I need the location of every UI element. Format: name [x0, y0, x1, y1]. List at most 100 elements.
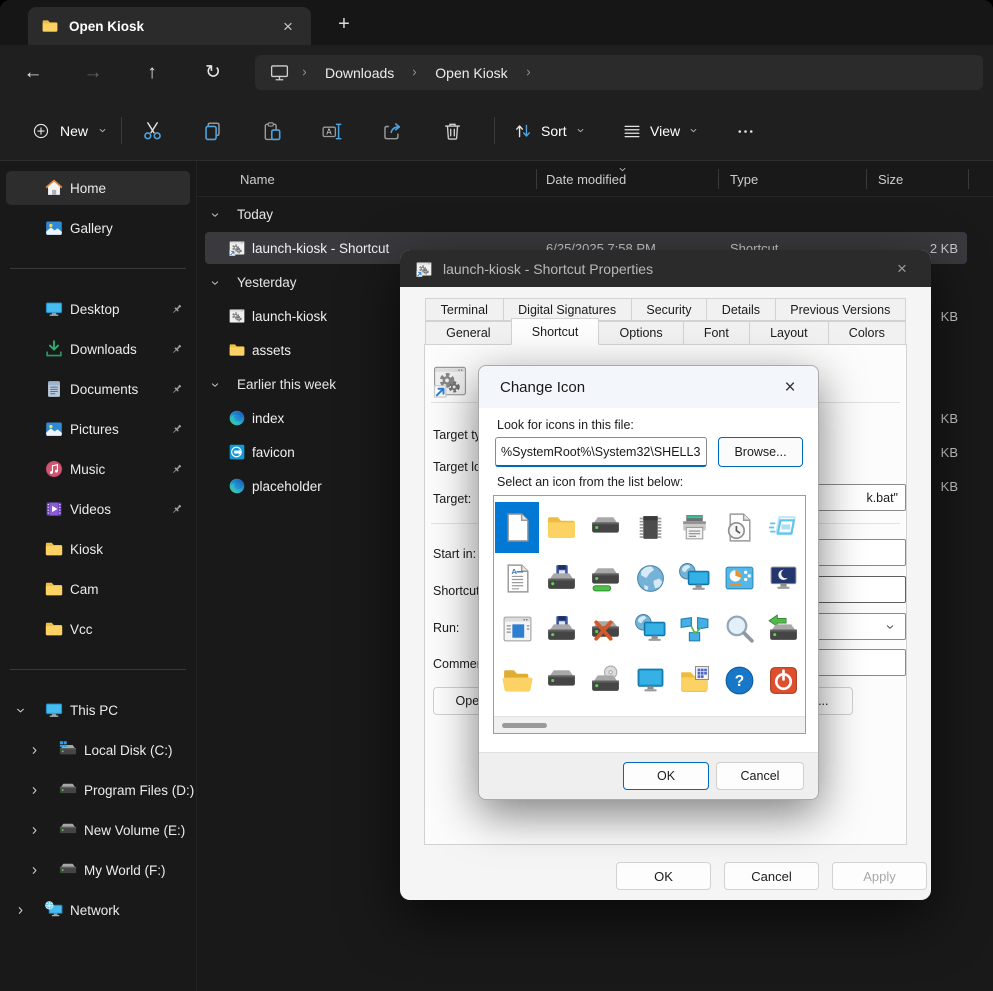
sidebar-item-music[interactable]: Music	[0, 449, 196, 489]
this-pc-icon[interactable]	[269, 62, 290, 83]
chevron-right-icon[interactable]	[523, 67, 534, 78]
change-icon-ok-button[interactable]: OK	[623, 762, 709, 790]
breadcrumb-open-kiosk[interactable]: Open Kiosk	[429, 63, 513, 83]
icon-cell-app-window[interactable]	[495, 604, 539, 655]
browse-button[interactable]: Browse...	[718, 437, 803, 467]
expander-chevron-down-icon[interactable]	[14, 704, 27, 717]
icon-cell-control-panel[interactable]	[717, 553, 761, 604]
scrollbar-thumb[interactable]	[502, 723, 547, 728]
icon-cell-monitor-globe[interactable]	[628, 604, 672, 655]
properties-cancel-button[interactable]: Cancel	[724, 862, 819, 890]
tab-security[interactable]: Security	[631, 298, 707, 321]
horizontal-scrollbar[interactable]	[494, 716, 805, 733]
icon-cell-monitor-moon[interactable]	[761, 553, 805, 604]
breadcrumb[interactable]: Downloads Open Kiosk	[255, 55, 983, 90]
icon-cell-text-document[interactable]: A	[495, 553, 539, 604]
icon-cell-drive-save[interactable]	[539, 604, 583, 655]
cut-button[interactable]	[134, 113, 170, 149]
column-divider[interactable]	[866, 169, 867, 189]
icon-cell-printer[interactable]	[673, 502, 717, 553]
icon-cell-network-diagram[interactable]	[673, 604, 717, 655]
icon-cell-magnifier[interactable]	[717, 604, 761, 655]
expander-chevron-right-icon[interactable]	[28, 864, 41, 877]
sidebar-item-desktop[interactable]: Desktop	[0, 289, 196, 329]
tab-options[interactable]: Options	[598, 321, 683, 345]
icon-cell-drive-import[interactable]	[761, 604, 805, 655]
icon-cell-networked-monitor[interactable]	[673, 553, 717, 604]
new-button[interactable]: New	[20, 114, 119, 147]
properties-title-bar[interactable]: launch-kiosk - Shortcut Properties ×	[400, 250, 931, 287]
properties-close-icon[interactable]: ×	[888, 255, 916, 283]
icon-cell-hard-drive-2[interactable]	[539, 655, 583, 706]
icon-cell-folder-programs[interactable]	[673, 655, 717, 706]
expander-chevron-right-icon[interactable]	[28, 824, 41, 837]
icon-cell-drive-error[interactable]	[584, 604, 628, 655]
explorer-tab[interactable]: Open Kiosk ×	[28, 7, 311, 45]
tab-close-icon[interactable]: ×	[275, 13, 301, 39]
paste-button[interactable]	[254, 113, 290, 149]
icon-cell-monitor[interactable]	[628, 655, 672, 706]
tab-previous-versions[interactable]: Previous Versions	[775, 298, 906, 321]
group-chevron-down-icon[interactable]	[209, 378, 221, 390]
view-button[interactable]: View	[612, 114, 709, 147]
icon-cell-hard-drive[interactable]	[584, 502, 628, 553]
tab-general[interactable]: General	[425, 321, 512, 345]
tab-colors[interactable]: Colors	[828, 321, 906, 345]
expander-chevron-right-icon[interactable]	[28, 744, 41, 757]
rename-button[interactable]: A	[314, 113, 350, 149]
breadcrumb-downloads[interactable]: Downloads	[319, 63, 400, 83]
column-divider[interactable]	[718, 169, 719, 189]
sidebar-item-home[interactable]: Home	[0, 168, 196, 208]
icon-cell-fast-window[interactable]	[761, 502, 805, 553]
tab-font[interactable]: Font	[683, 321, 750, 345]
icon-cell-drive-cd[interactable]	[584, 655, 628, 706]
chevron-right-icon[interactable]	[409, 67, 420, 78]
more-options-button[interactable]	[727, 113, 763, 149]
sidebar-item-gallery[interactable]: Gallery	[0, 208, 196, 248]
properties-apply-button[interactable]: Apply	[832, 862, 927, 890]
column-divider[interactable]	[968, 169, 969, 189]
sidebar-item-local-disk-c-[interactable]: Local Disk (C:)	[0, 730, 196, 770]
sidebar-item-documents[interactable]: Documents	[0, 369, 196, 409]
sidebar-item-cam[interactable]: Cam	[0, 569, 196, 609]
column-divider[interactable]	[536, 169, 537, 189]
tab-details[interactable]: Details	[706, 298, 775, 321]
sidebar-item-new-volume-e-[interactable]: New Volume (E:)	[0, 810, 196, 850]
icon-cell-document-clock[interactable]	[717, 502, 761, 553]
icon-file-path-input[interactable]	[495, 437, 707, 467]
change-icon-title-bar[interactable]: Change Icon ×	[479, 366, 818, 408]
sidebar-item-my-world-f-[interactable]: My World (F:)	[0, 850, 196, 890]
icon-cell-folder-closed[interactable]	[539, 502, 583, 553]
sidebar-item-this-pc[interactable]: This PC	[0, 690, 196, 730]
new-tab-button[interactable]: +	[330, 10, 358, 38]
icon-cell-help-circle[interactable]: ?	[717, 655, 761, 706]
forward-button[interactable]: →	[74, 55, 112, 90]
icon-cell-drive-floppy[interactable]	[539, 553, 583, 604]
properties-ok-button[interactable]: OK	[616, 862, 711, 890]
copy-button[interactable]	[194, 113, 230, 149]
icon-cell-drive-active[interactable]	[584, 553, 628, 604]
icon-cell-memory-chip[interactable]	[628, 502, 672, 553]
sidebar-item-videos[interactable]: Videos	[0, 489, 196, 529]
expander-chevron-right-icon[interactable]	[28, 784, 41, 797]
sidebar-item-vcc[interactable]: Vcc	[0, 609, 196, 649]
expander-chevron-right-icon[interactable]	[14, 904, 27, 917]
icon-cell-power-button[interactable]	[761, 655, 805, 706]
sort-button[interactable]: Sort	[503, 114, 596, 147]
column-header-name[interactable]: Name	[240, 161, 275, 197]
column-header-type[interactable]: Type	[730, 161, 758, 197]
column-header-date-modified[interactable]: Date modified	[546, 161, 626, 197]
back-button[interactable]: ←	[14, 55, 52, 90]
tab-layout[interactable]: Layout	[749, 321, 829, 345]
tab-terminal[interactable]: Terminal	[425, 298, 504, 321]
tab-shortcut[interactable]: Shortcut	[511, 318, 600, 345]
change-icon-close-icon[interactable]: ×	[775, 372, 805, 402]
sidebar-item-kiosk[interactable]: Kiosk	[0, 529, 196, 569]
sidebar-item-program-files-d-[interactable]: Program Files (D:)	[0, 770, 196, 810]
refresh-button[interactable]: ↻	[194, 55, 232, 90]
delete-button[interactable]	[434, 113, 470, 149]
icon-cell-blank-document[interactable]	[495, 502, 539, 553]
icon-cell-globe[interactable]	[628, 553, 672, 604]
up-button[interactable]: ↑	[133, 55, 171, 90]
sidebar-item-downloads[interactable]: Downloads	[0, 329, 196, 369]
